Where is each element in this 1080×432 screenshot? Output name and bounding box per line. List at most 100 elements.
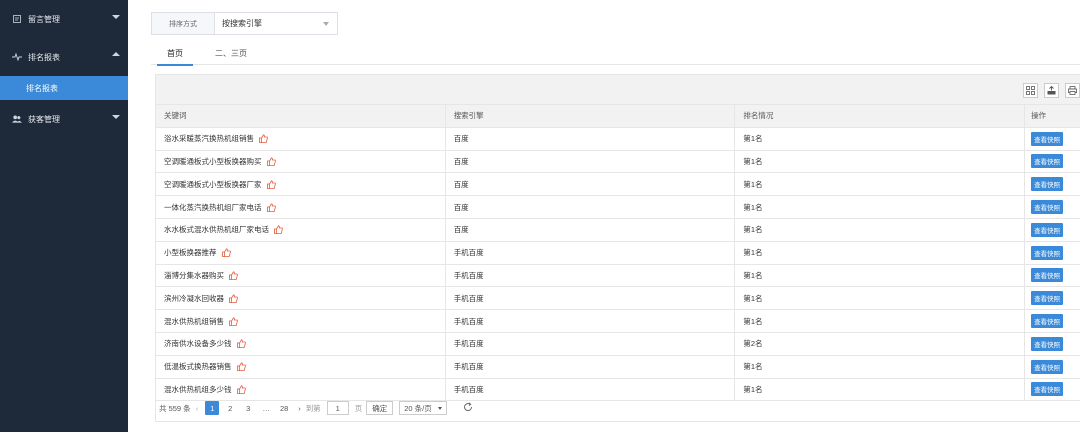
- engine-cell: 手机百度: [446, 378, 736, 401]
- table-row: 一体化蒸汽换热机组厂家电话 百度 第1名 查看快照: [156, 196, 1080, 219]
- hot-thumb-icon: [229, 294, 238, 303]
- view-snapshot-button[interactable]: 查看快照: [1031, 131, 1064, 146]
- grid-icon: [1026, 86, 1035, 95]
- action-cell: 查看快照: [1025, 379, 1080, 401]
- page-button[interactable]: 3: [241, 401, 255, 415]
- hot-thumb-icon: [236, 339, 246, 349]
- sidebar-subitem-label: 排名报表: [26, 83, 58, 93]
- table-row: 小型板换器推荐 手机百度 第1名 查看快照: [156, 241, 1080, 265]
- column-header-keyword: 关键词: [156, 105, 446, 127]
- keyword-text: 济南供水设备多少钱: [164, 339, 232, 349]
- table-row: 浴水采暖蒸汽换热机组销售 百度 第1名 查看快照: [156, 127, 1080, 151]
- prev-page-button[interactable]: ‹: [196, 404, 199, 413]
- view-snapshot-button[interactable]: 查看快照: [1031, 291, 1064, 306]
- view-snapshot-button[interactable]: 查看快照: [1031, 245, 1064, 260]
- keyword-cell: 混水供热机组多少钱: [156, 378, 446, 401]
- sort-select-label: 排序方式: [152, 13, 215, 34]
- goto-label: 到第: [305, 403, 321, 413]
- tab-bar: 首页 二、三页: [151, 41, 1080, 66]
- table-body: 浴水采暖蒸汽换热机组销售 百度 第1名 查看快照 空调暖通板式小型板换器购买 百度 第1名查…: [156, 127, 1080, 402]
- chevron-down-icon: [112, 115, 120, 119]
- rank-cell: 第1名: [735, 241, 1026, 264]
- table-header-row: 关键词 搜索引擎 排名情况 操作: [156, 105, 1080, 128]
- keyword-text: 浴水采暖蒸汽换热机组销售: [164, 134, 254, 144]
- chevron-down-icon: [437, 406, 442, 410]
- action-cell: 查看快照: [1025, 287, 1080, 309]
- keyword-text: 混水供热机组销售: [164, 316, 224, 326]
- columns-toggle-button[interactable]: [1023, 83, 1038, 98]
- table-row: 空调暖通板式小型板换器厂家 百度 第1名 查看快照: [156, 173, 1080, 197]
- rank-cell: 第1名: [735, 150, 1026, 173]
- rank-cell: 第1名: [735, 287, 1026, 310]
- view-snapshot-button[interactable]: 查看快照: [1031, 359, 1064, 374]
- goto-page-input[interactable]: 1: [326, 401, 349, 415]
- action-cell: 查看快照: [1025, 128, 1080, 150]
- action-cell: 查看快照: [1025, 173, 1080, 195]
- rank-cell: 第2名: [735, 332, 1026, 355]
- engine-cell: 百度: [446, 150, 736, 173]
- next-page-button[interactable]: ›: [298, 404, 301, 413]
- sidebar-item-customers[interactable]: 获客管理: [0, 100, 128, 138]
- table-row: 滨州冷凝水回收器 手机百度 第1名 查看快照: [156, 287, 1080, 311]
- view-snapshot-button[interactable]: 查看快照: [1031, 177, 1064, 192]
- action-cell: 查看快照: [1025, 242, 1080, 264]
- print-button[interactable]: [1065, 83, 1080, 98]
- page-button[interactable]: 28: [277, 401, 291, 415]
- view-snapshot-button[interactable]: 查看快照: [1031, 268, 1064, 283]
- export-button[interactable]: [1044, 83, 1059, 98]
- tab-second-third-page[interactable]: 二、三页: [199, 41, 263, 65]
- keyword-text: 一体化蒸汽换热机组厂家电话: [164, 202, 262, 212]
- keyword-text: 小型板换器推荐: [164, 248, 217, 258]
- sidebar: 留言管理 排名报表 排名报表 获客管理: [0, 0, 128, 432]
- sidebar-item-ranking-report[interactable]: 排名报表: [0, 38, 128, 76]
- page-unit-label: 页: [354, 403, 363, 413]
- page-button[interactable]: 2: [223, 401, 237, 415]
- goto-confirm-button[interactable]: 确定: [366, 401, 394, 415]
- keyword-cell: 空调暖通板式小型板换器厂家: [156, 173, 446, 196]
- sidebar-subitem-ranking-report[interactable]: 排名报表: [0, 76, 128, 100]
- total-count: 共 559 条: [159, 403, 191, 413]
- keyword-cell: 浴水采暖蒸汽换热机组销售: [156, 127, 446, 150]
- keyword-text: 混水供热机组多少钱: [164, 384, 232, 394]
- engine-cell: 手机百度: [446, 287, 736, 310]
- page-size-select[interactable]: 20 条/页: [399, 401, 447, 415]
- export-icon: [1047, 86, 1056, 95]
- view-snapshot-button[interactable]: 查看快照: [1031, 382, 1064, 397]
- keyword-text: 水水板式混水供热机组厂家电话: [164, 225, 269, 235]
- view-snapshot-button[interactable]: 查看快照: [1031, 222, 1064, 237]
- action-cell: 查看快照: [1025, 310, 1080, 332]
- keyword-cell: 小型板换器推荐: [156, 241, 446, 264]
- table-row: 济南供水设备多少钱 手机百度 第2名 查看快照: [156, 332, 1080, 356]
- engine-cell: 百度: [446, 218, 736, 241]
- view-snapshot-button[interactable]: 查看快照: [1031, 336, 1064, 351]
- page-ellipsis: …: [262, 403, 270, 413]
- sidebar-item-messages[interactable]: 留言管理: [0, 0, 128, 38]
- refresh-icon[interactable]: [463, 401, 473, 415]
- tab-first-page[interactable]: 首页: [151, 41, 199, 66]
- hot-thumb-icon: [266, 180, 276, 189]
- page-button[interactable]: 1: [205, 401, 220, 415]
- chevron-up-icon: [112, 52, 120, 56]
- engine-cell: 百度: [446, 127, 736, 150]
- keyword-cell: 淄博分集水器购买: [156, 264, 446, 287]
- keyword-cell: 空调暖通板式小型板换器购买: [156, 150, 446, 173]
- keyword-cell: 济南供水设备多少钱: [156, 332, 446, 355]
- hot-thumb-icon: [236, 385, 246, 394]
- sort-select[interactable]: 排序方式 按搜索引擎: [151, 12, 338, 35]
- hot-thumb-icon: [221, 248, 231, 258]
- hot-thumb-icon: [229, 316, 238, 326]
- rank-cell: 第1名: [735, 196, 1026, 218]
- keyword-cell: 混水供热机组销售: [156, 310, 446, 332]
- hot-thumb-icon: [274, 225, 283, 235]
- chevron-down-icon: [112, 15, 120, 19]
- keyword-text: 滨州冷凝水回收器: [164, 293, 224, 303]
- engine-cell: 百度: [446, 173, 736, 196]
- engine-cell: 手机百度: [446, 241, 736, 264]
- view-snapshot-button[interactable]: 查看快照: [1031, 154, 1064, 169]
- view-snapshot-button[interactable]: 查看快照: [1031, 200, 1064, 215]
- action-cell: 查看快照: [1025, 196, 1080, 218]
- hot-thumb-icon: [266, 202, 276, 212]
- keyword-cell: 一体化蒸汽换热机组厂家电话: [156, 196, 446, 218]
- view-snapshot-button[interactable]: 查看快照: [1031, 314, 1064, 329]
- sidebar-item-label: 排名报表: [28, 52, 60, 62]
